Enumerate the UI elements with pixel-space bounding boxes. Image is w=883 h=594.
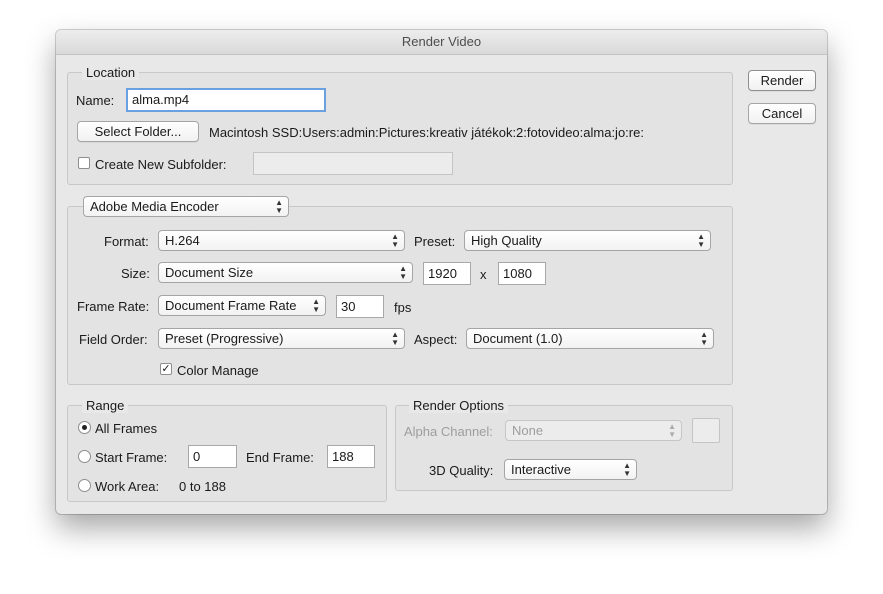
end-frame-label: End Frame: [246, 450, 314, 465]
encoder-select[interactable]: Adobe Media Encoder ▲ ▼ [83, 196, 289, 217]
work-area-radio[interactable] [78, 479, 91, 492]
size-label: Size: [121, 266, 150, 281]
start-frame-label: Start Frame: [95, 450, 168, 465]
field-order-select[interactable]: Preset (Progressive) ▲ ▼ [158, 328, 405, 349]
dimension-separator: x [480, 267, 487, 282]
up-down-arrows-icon: ▲ ▼ [312, 297, 320, 314]
fps-input[interactable]: 30 [336, 295, 384, 318]
up-down-arrows-icon: ▲ ▼ [391, 232, 399, 249]
encoder-select-value: Adobe Media Encoder [90, 199, 219, 214]
aspect-select-value: Document (1.0) [473, 331, 563, 346]
format-select[interactable]: H.264 ▲ ▼ [158, 230, 405, 251]
subfolder-input[interactable] [253, 152, 453, 175]
aspect-label: Aspect: [414, 332, 458, 347]
frame-rate-select-value: Document Frame Rate [165, 298, 297, 313]
start-frame-input[interactable]: 0 [188, 445, 237, 468]
name-input[interactable]: alma.mp4 [126, 88, 326, 112]
radio-selected-dot [82, 425, 87, 430]
preset-select-value: High Quality [471, 233, 542, 248]
up-down-arrows-icon: ▲ ▼ [623, 461, 631, 478]
location-legend: Location [82, 65, 140, 80]
preset-select[interactable]: High Quality ▲ ▼ [464, 230, 711, 251]
3d-quality-label: 3D Quality: [429, 463, 494, 478]
render-video-dialog: Render Video Location Name: alma.mp4 Sel… [56, 30, 827, 514]
preset-label: Preset: [414, 234, 456, 249]
create-subfolder-label: Create New Subfolder: [95, 157, 227, 172]
all-frames-label: All Frames [95, 421, 158, 436]
color-manage-label: Color Manage [177, 363, 259, 378]
all-frames-radio[interactable] [78, 421, 91, 434]
up-down-arrows-icon: ▲ ▼ [391, 330, 399, 347]
alpha-channel-label: Alpha Channel: [404, 424, 493, 439]
start-frame-radio[interactable] [78, 450, 91, 463]
render-button[interactable]: Render [748, 70, 816, 91]
end-frame-input[interactable]: 188 [327, 445, 375, 468]
size-select[interactable]: Document Size ▲ ▼ [158, 262, 413, 283]
window-title: Render Video [56, 30, 827, 55]
field-order-label: Field Order: [79, 332, 148, 347]
up-down-arrows-icon: ▲ ▼ [700, 330, 708, 347]
size-select-value: Document Size [165, 265, 254, 280]
select-folder-button[interactable]: Select Folder... [77, 121, 199, 142]
height-input[interactable]: 1080 [498, 262, 546, 285]
width-input[interactable]: 1920 [423, 262, 471, 285]
alpha-channel-select[interactable]: None ▲ ▼ [505, 420, 682, 441]
up-down-arrows-icon: ▲ ▼ [275, 198, 283, 215]
create-subfolder-checkbox[interactable] [78, 157, 90, 169]
name-label: Name: [76, 93, 115, 108]
render-options-legend: Render Options [409, 398, 509, 413]
frame-rate-select[interactable]: Document Frame Rate ▲ ▼ [158, 295, 326, 316]
range-legend: Range [82, 398, 129, 413]
format-label: Format: [104, 234, 149, 249]
folder-path: Macintosh SSD:Users:admin:Pictures:kreat… [209, 125, 644, 140]
work-area-label: Work Area: [95, 479, 160, 494]
format-select-value: H.264 [165, 233, 200, 248]
aspect-select[interactable]: Document (1.0) ▲ ▼ [466, 328, 714, 349]
color-manage-checkbox[interactable]: ✓ [160, 363, 172, 375]
3d-quality-select[interactable]: Interactive ▲ ▼ [504, 459, 637, 480]
work-area-value: 0 to 188 [179, 479, 226, 494]
alpha-channel-select-value: None [512, 423, 544, 438]
up-down-arrows-icon: ▲ ▼ [399, 264, 407, 281]
frame-rate-label: Frame Rate: [77, 299, 150, 314]
cancel-button[interactable]: Cancel [748, 103, 816, 124]
up-down-arrows-icon: ▲ ▼ [697, 232, 705, 249]
3d-quality-select-value: Interactive [511, 462, 571, 477]
fps-unit: fps [394, 300, 412, 315]
up-down-arrows-icon: ▲ ▼ [668, 422, 676, 439]
alpha-color-swatch[interactable] [692, 418, 720, 443]
field-order-select-value: Preset (Progressive) [165, 331, 284, 346]
